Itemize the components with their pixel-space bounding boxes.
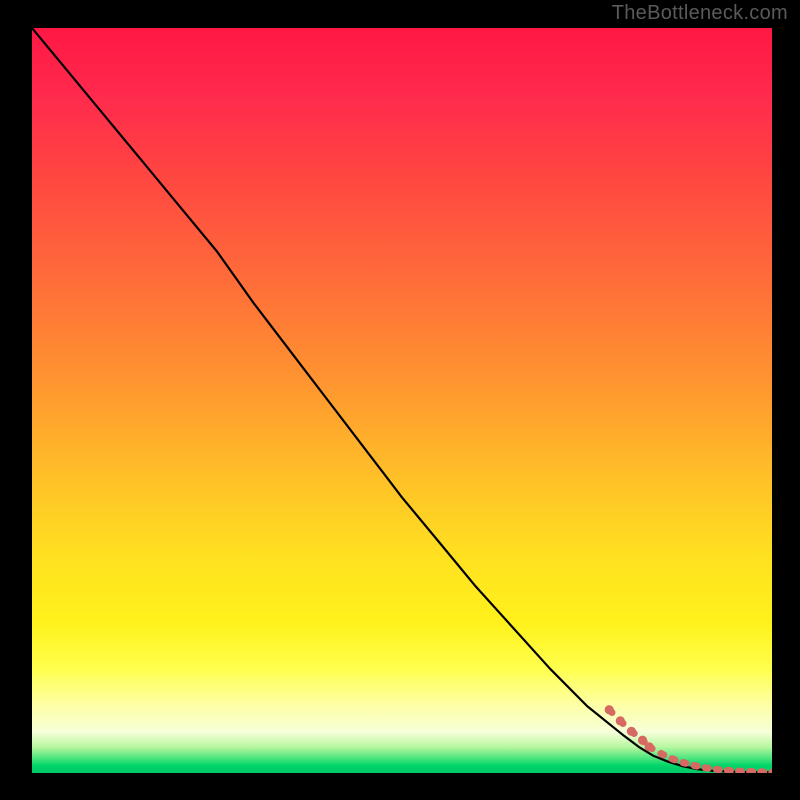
plot-area	[32, 28, 772, 773]
marker-dot	[645, 742, 654, 751]
marker-dot	[605, 705, 614, 714]
marker-dot	[680, 759, 687, 766]
marker-dot	[616, 716, 625, 725]
watermark-text: TheBottleneck.com	[612, 2, 788, 25]
chart-overlay-svg	[32, 28, 772, 773]
marker-dot	[627, 727, 636, 736]
marker-dot	[713, 766, 720, 773]
marker-dot	[691, 762, 698, 769]
marker-dot	[638, 736, 647, 745]
marker-dot	[768, 769, 772, 773]
marker-dot	[702, 764, 709, 771]
bottleneck-curve-line	[32, 28, 772, 772]
marker-dot	[669, 755, 676, 762]
marker-dot	[657, 750, 664, 757]
chart-stage: TheBottleneck.com	[0, 0, 800, 800]
